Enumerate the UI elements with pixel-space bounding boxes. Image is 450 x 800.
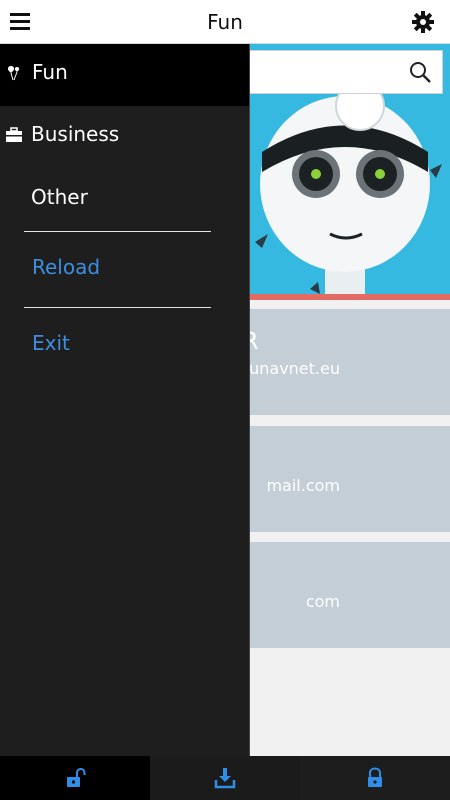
tab-lock[interactable] — [300, 756, 450, 800]
tab-download[interactable] — [150, 756, 300, 800]
lock-icon — [368, 767, 382, 787]
drawer-item-label: Business — [31, 122, 120, 146]
drawer-item-other[interactable]: Other — [0, 169, 249, 231]
tab-unlock[interactable] — [0, 756, 150, 800]
drawer-item-label: Other — [31, 185, 88, 209]
gear-icon[interactable] — [410, 9, 436, 35]
navigation-drawer: Fun Business Other Reload Exit — [0, 44, 249, 756]
page-title: Fun — [207, 10, 243, 34]
drawer-item-fun[interactable]: Fun — [0, 44, 249, 106]
download-icon — [214, 768, 236, 789]
drawer-item-exit[interactable]: Exit — [0, 315, 249, 377]
app-bar: Fun — [0, 0, 450, 44]
drawer-item-label: Exit — [32, 331, 70, 355]
unlock-icon — [67, 767, 86, 787]
heart-balloon-icon — [7, 65, 23, 81]
drawer-item-label: Fun — [32, 60, 68, 84]
divider — [24, 307, 211, 308]
search-icon[interactable] — [408, 60, 432, 84]
bottom-tab-bar — [0, 756, 450, 800]
drawer-item-label: Reload — [32, 255, 101, 279]
briefcase-icon — [5, 127, 23, 143]
drawer-item-business[interactable]: Business — [0, 106, 249, 168]
drawer-item-reload[interactable]: Reload — [0, 239, 249, 301]
divider — [24, 231, 211, 232]
